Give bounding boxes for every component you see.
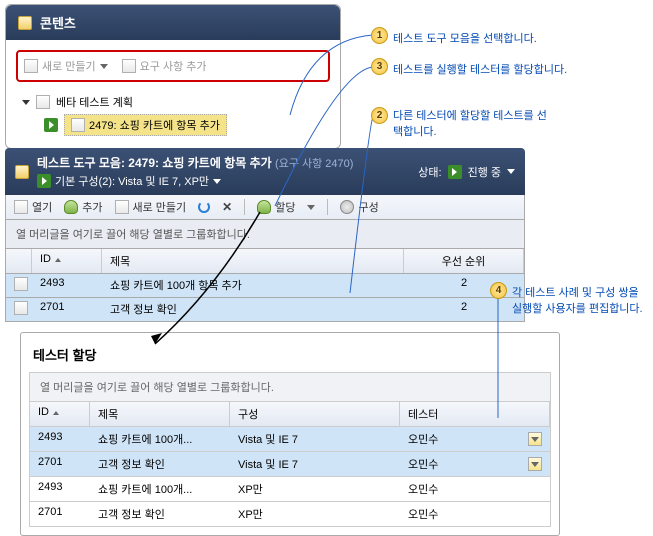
callout-badge-2: 2 xyxy=(371,107,388,124)
callout-lines xyxy=(0,0,653,516)
callout-badge-4: 4 xyxy=(490,282,507,299)
callout-badge-1: 1 xyxy=(371,27,388,44)
callout-badge-3: 3 xyxy=(371,58,388,75)
